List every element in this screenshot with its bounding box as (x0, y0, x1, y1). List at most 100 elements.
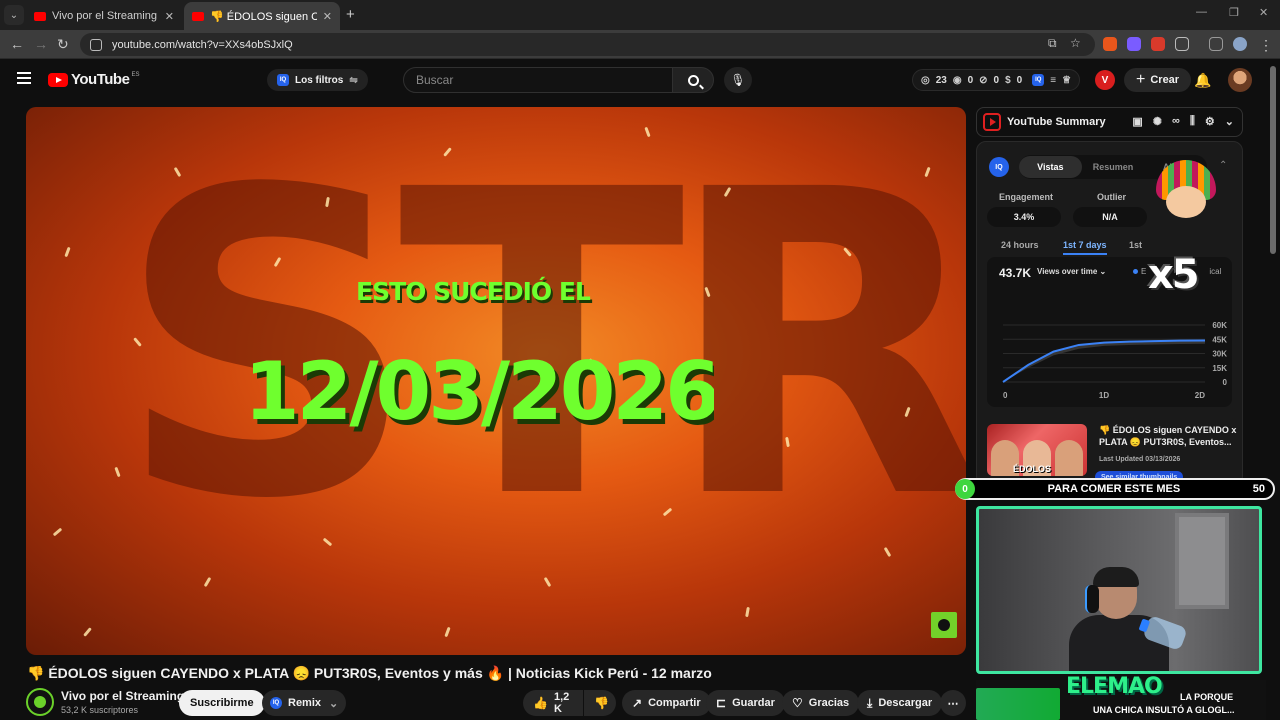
engagement-label: Engagement (999, 192, 1054, 202)
tab-search-button[interactable]: ⌄ (4, 5, 24, 25)
donation-goal-bar: 0 PARA COMER ESTE MES 50 (955, 478, 1275, 500)
profile-icon[interactable] (1233, 37, 1247, 51)
minimize-icon[interactable]: — (1196, 6, 1207, 18)
subscriber-count: 53,2 K suscriptores (61, 705, 139, 715)
range-other[interactable]: 1st (1129, 240, 1142, 250)
youtube-favicon (34, 11, 46, 21)
like-button[interactable]: 👍 1,2 K (523, 690, 583, 716)
extension-v-badge[interactable]: V (1095, 70, 1115, 90)
multiplier-text: x5 (1148, 252, 1200, 298)
search-button[interactable] (672, 67, 714, 93)
extension-stats[interactable]: ◎ 23 ◉ 0 ⊘ 0 $0 IQ ≡ ♕ (912, 69, 1081, 91)
youtube-logo[interactable]: YouTube ES (48, 71, 139, 88)
ai-icon[interactable]: ✺ (1153, 115, 1162, 128)
range-7days[interactable]: 1st 7 days (1063, 240, 1107, 255)
extension-icon[interactable] (1151, 37, 1165, 51)
video-overlay-date: 12/03/2026 (244, 345, 714, 438)
y-tick-label: 60K (1212, 321, 1227, 330)
related-title: 👎 ÉDOLOS siguen CAYENDO x PLATA 😞 PUT3R0… (1099, 425, 1237, 447)
summary-logo-icon (983, 113, 1001, 131)
ember-spark (745, 606, 750, 618)
account-avatar[interactable] (1228, 68, 1252, 92)
create-button[interactable]: + Crear (1124, 68, 1192, 92)
close-tab-icon[interactable]: ✕ (165, 10, 174, 23)
extension-icon[interactable] (1103, 37, 1117, 51)
download-button[interactable]: ⤓ Descargar (857, 690, 943, 716)
outlier-value: N/A (1073, 207, 1147, 227)
bookmark-star-icon[interactable]: ☆ (1070, 36, 1081, 50)
x-tick-label: 1D (1099, 391, 1109, 400)
streamer-name-logo: ELEMAO (1066, 674, 1163, 699)
ember-spark (64, 246, 71, 258)
save-label: Guardar (732, 697, 775, 709)
address-bar[interactable]: youtube.com/watch?v=XXs4obSJxlQ (80, 33, 1095, 56)
extensions-puzzle-icon[interactable] (1175, 37, 1189, 51)
reload-icon[interactable]: ↻ (57, 36, 69, 53)
search-input[interactable]: Buscar (403, 67, 673, 93)
youtube-summary-header[interactable]: YouTube Summary ▣ ✺ ∞ ⫼ ⚙ ⌄ (976, 107, 1243, 137)
chevron-down-icon[interactable]: ⌄ (1225, 115, 1234, 128)
tab-vistas[interactable]: Vistas (1019, 156, 1082, 178)
mascot-sticker (1148, 160, 1224, 250)
y-tick-label: 45K (1212, 335, 1227, 344)
logo-text: YouTube (71, 71, 130, 88)
settings-gear-icon[interactable]: ⚙ (1205, 115, 1215, 128)
restore-icon[interactable]: ❐ (1229, 6, 1239, 19)
page-scrollbar[interactable] (1270, 66, 1276, 254)
ticker-thumbnail (976, 688, 1060, 720)
like-count: 1,2 K (553, 691, 570, 715)
forward-icon[interactable]: → (34, 36, 48, 52)
plus-icon: + (1136, 71, 1146, 88)
thumbs-down-icon: 👎 (594, 696, 609, 710)
audio-icon[interactable]: ⫼ (1190, 115, 1195, 128)
menu-icon[interactable] (17, 72, 31, 84)
stat-value: 0 (967, 74, 974, 86)
range-24h[interactable]: 24 hours (1001, 240, 1039, 250)
filters-button[interactable]: IQ Los filtros ⇋ (267, 69, 368, 91)
remix-button[interactable]: IQ Remix ⌄ (262, 690, 347, 716)
microphone-icon: 🎙 (730, 73, 746, 87)
search-icon (687, 74, 699, 86)
youtube-favicon (192, 11, 204, 21)
browser-tab[interactable]: Vivo por el Streaming - YouTube ✕ (26, 2, 182, 30)
thanks-button[interactable]: ♡ Gracias (782, 690, 860, 716)
create-label: Crear (1150, 74, 1180, 86)
site-info-icon[interactable] (90, 38, 102, 51)
tab-resumen[interactable]: Resumen (1082, 162, 1145, 172)
more-icon: ⋯ (947, 697, 959, 710)
thanks-label: Gracias (808, 697, 850, 709)
voice-search-button[interactable]: 🎙 (724, 67, 752, 93)
y-tick-label: 15K (1212, 364, 1227, 373)
glasses-icon[interactable]: ∞ (1172, 115, 1180, 128)
related-video-card[interactable]: ÉDOLOS 👎 ÉDOLOS siguen CAYENDO x PLATA 😞… (987, 424, 1236, 483)
video-overlay-caption: ESTO SUCEDIÓ EL (356, 277, 591, 306)
save-button[interactable]: ⊏ Guardar (706, 690, 785, 716)
channel-avatar[interactable] (26, 688, 54, 716)
subscribe-button[interactable]: Suscribirme (179, 690, 265, 716)
close-window-icon[interactable]: ✕ (1259, 6, 1268, 19)
share-button[interactable]: ↗ Compartir (622, 690, 711, 716)
close-tab-icon[interactable]: ✕ (323, 10, 332, 23)
notifications-bell-icon[interactable]: 🔔 (1194, 72, 1211, 89)
new-tab-button[interactable]: + (346, 6, 355, 23)
dislike-button[interactable]: 👎 (584, 690, 616, 716)
cast-icon[interactable]: ⧉ (1048, 36, 1057, 51)
browser-menu-icon[interactable]: ⋮ (1259, 37, 1273, 54)
more-actions-button[interactable]: ⋯ (940, 690, 966, 716)
video-icon[interactable]: ▣ (1132, 115, 1142, 128)
outlier-label: Outlier (1097, 192, 1127, 202)
browser-tab-active[interactable]: 👎 ÉDOLOS siguen CAYENDO x PLATA 😞 PUT3R0… (184, 2, 340, 30)
channel-name[interactable]: Vivo por el Streaming (61, 689, 184, 703)
tab-title: 👎 ÉDOLOS siguen CAYENDO x PLATA 😞 PUT3R0… (210, 10, 317, 23)
browser-tab-bar: ⌄ Vivo por el Streaming - YouTube ✕ 👎 ÉD… (0, 0, 1280, 30)
channel-watermark[interactable] (931, 612, 957, 638)
window-background (1175, 513, 1229, 609)
reading-list-icon[interactable] (1209, 37, 1223, 51)
back-icon[interactable]: ← (10, 36, 24, 52)
sliders-icon: ⇋ (349, 74, 358, 86)
related-thumbnail[interactable]: ÉDOLOS (987, 424, 1087, 476)
thanks-icon: ♡ (792, 696, 803, 710)
video-player[interactable]: STRI ESTO SUCEDIÓ EL 12/03/2026 (26, 107, 966, 655)
extension-icon[interactable] (1127, 37, 1141, 51)
video-title: 👎 ÉDOLOS siguen CAYENDO x PLATA 😞 PUT3R0… (27, 665, 712, 681)
